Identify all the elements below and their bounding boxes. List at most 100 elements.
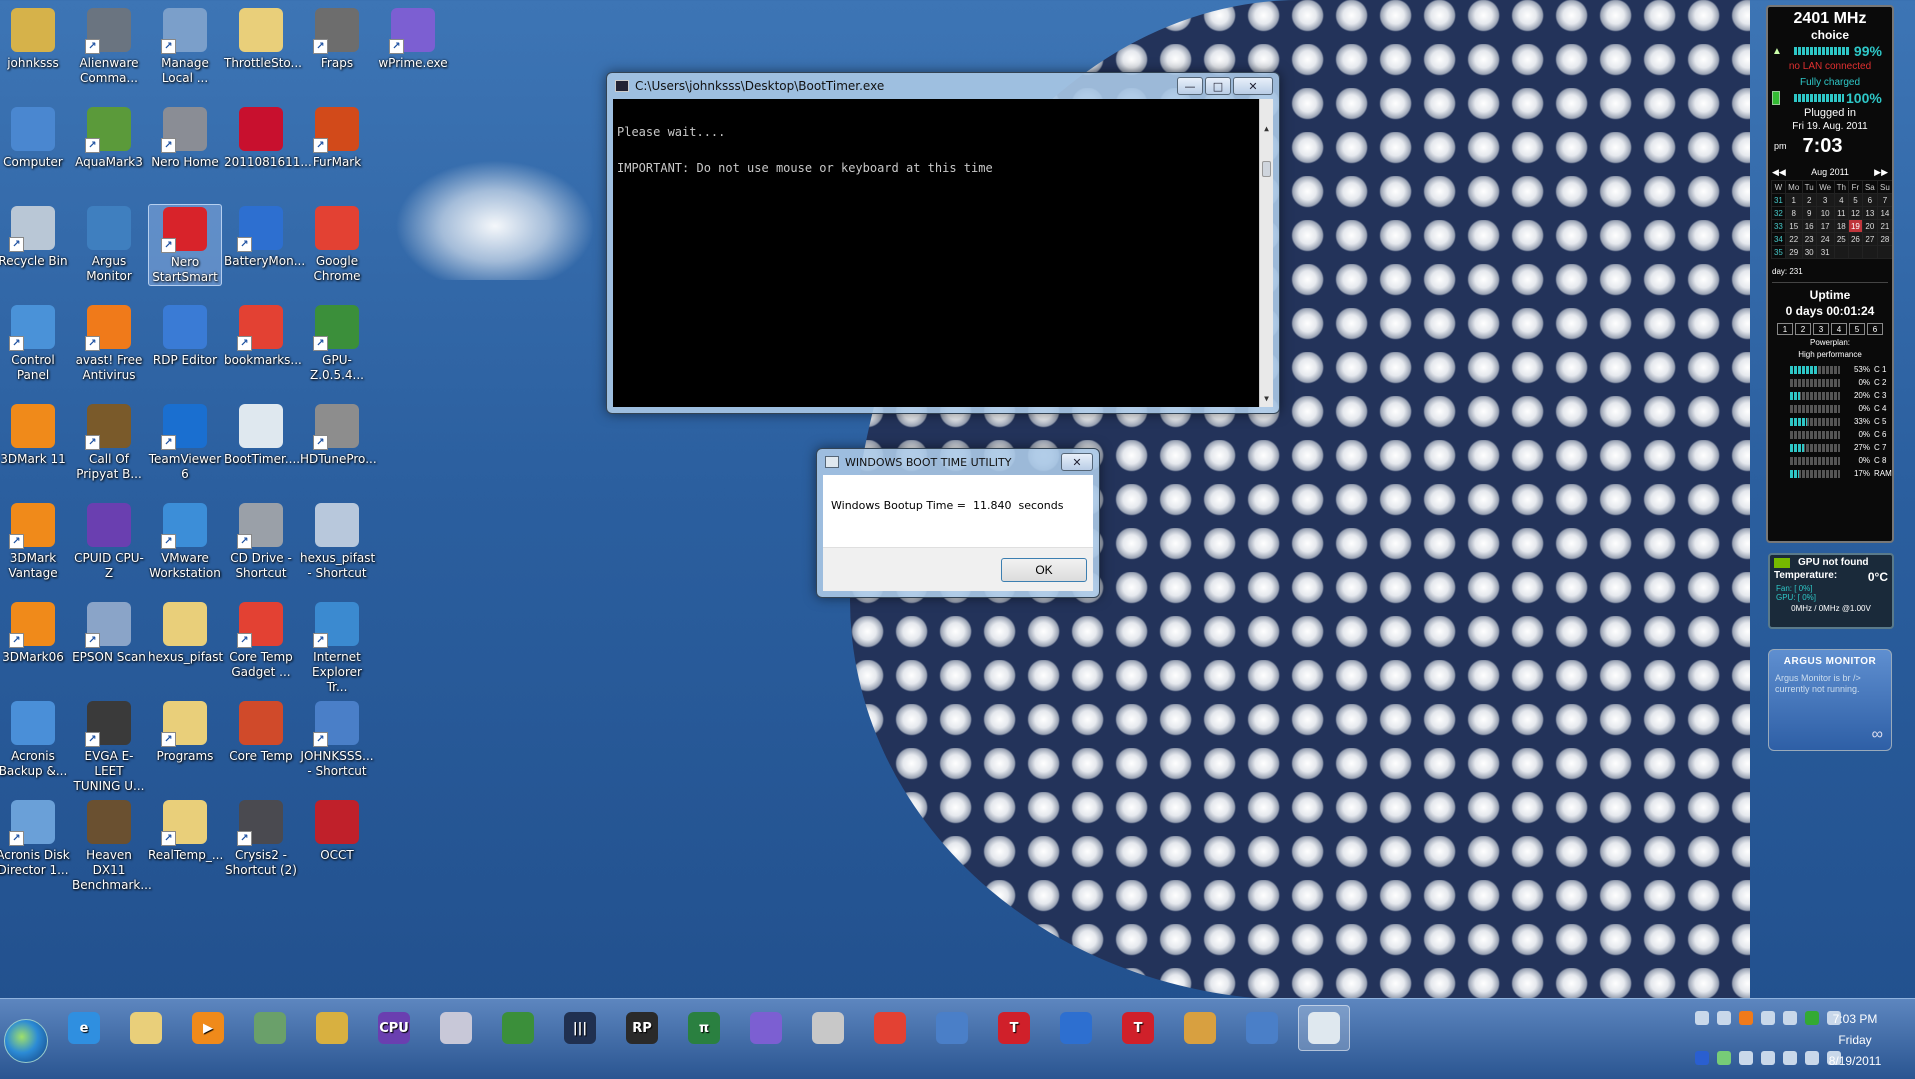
calendar-day[interactable]: 16: [1801, 219, 1817, 233]
calendar-day[interactable]: 21: [1876, 219, 1892, 233]
desktop-icon[interactable]: CD Drive - Shortcut: [224, 501, 298, 581]
calendar-day[interactable]: 29: [1784, 245, 1803, 259]
desktop-icon[interactable]: AquaMark3: [72, 105, 146, 170]
desktop-icon[interactable]: TeamViewer 6: [148, 402, 222, 482]
calendar-day[interactable]: 13: [1861, 206, 1878, 220]
desktop-icon[interactable]: avast! Free Antivirus: [72, 303, 146, 383]
ok-button[interactable]: OK: [1001, 558, 1087, 582]
taskbar-hwinfo-button[interactable]: [1174, 1005, 1226, 1051]
desktop-icon[interactable]: Recycle Bin: [0, 204, 70, 269]
gadget-tab[interactable]: 2: [1795, 323, 1811, 335]
console-scrollbar[interactable]: ▲ ▼: [1259, 99, 1273, 407]
desktop-icon[interactable]: JOHNKSSS... - Shortcut: [300, 699, 374, 779]
calendar-day[interactable]: 20: [1861, 219, 1878, 233]
desktop-icon[interactable]: BootTimer....: [224, 402, 300, 467]
flag-icon[interactable]: [1761, 1051, 1775, 1065]
calendar-day[interactable]: 8: [1784, 206, 1803, 220]
desktop-icon[interactable]: BatteryMon...: [224, 204, 305, 269]
calendar-day[interactable]: 15: [1784, 219, 1803, 233]
desktop-icon[interactable]: Acronis Backup &...: [0, 699, 70, 779]
scroll-thumb[interactable]: [1262, 161, 1271, 177]
tray-icon[interactable]: [1695, 1011, 1709, 1025]
desktop-icon[interactable]: CPUID CPU-Z: [72, 501, 146, 581]
desktop-icon[interactable]: Fraps: [300, 6, 374, 71]
taskbar-gpuz-button[interactable]: [492, 1005, 544, 1051]
console-window[interactable]: C:\Users\johnksss\Desktop\BootTimer.exe …: [606, 72, 1280, 414]
taskbar-network-computer-button[interactable]: [926, 1005, 978, 1051]
calendar-day[interactable]: 9: [1801, 206, 1817, 220]
desktop-icon[interactable]: Heaven DX11 Benchmark...: [72, 798, 152, 893]
calendar-day[interactable]: 18: [1833, 219, 1850, 233]
desktop-icon[interactable]: VMware Workstation: [148, 501, 222, 581]
desktop-icon[interactable]: Crysis2 - Shortcut (2): [224, 798, 298, 878]
desktop-icon[interactable]: Argus Monitor: [72, 204, 146, 284]
maximize-button[interactable]: □: [1205, 77, 1231, 95]
calendar-prev-icon[interactable]: ◀◀: [1772, 167, 1786, 178]
desktop-icon[interactable]: Nero Home: [148, 105, 222, 170]
desktop-icon[interactable]: 3DMark06: [0, 600, 70, 665]
calendar-day[interactable]: 22: [1784, 232, 1803, 246]
calendar-day[interactable]: 1: [1784, 193, 1803, 207]
desktop-icon[interactable]: RealTemp_...: [148, 798, 223, 863]
taskbar-device-button[interactable]: [306, 1005, 358, 1051]
tray-icon[interactable]: [1717, 1011, 1731, 1025]
desktop-icon[interactable]: Nero StartSmart: [148, 204, 222, 286]
desktop-icon[interactable]: Computer: [0, 105, 70, 170]
desktop-icon[interactable]: FurMark: [300, 105, 374, 170]
desktop-icon[interactable]: Manage Local ...: [148, 6, 222, 86]
calendar-day[interactable]: 31: [1815, 245, 1835, 259]
calendar-day[interactable]: 11: [1833, 206, 1850, 220]
calendar-day[interactable]: 2: [1801, 193, 1817, 207]
calendar-day[interactable]: [1876, 245, 1892, 259]
taskbar-boottimer-button[interactable]: [1298, 1005, 1350, 1051]
desktop-icon[interactable]: bookmarks...: [224, 303, 302, 368]
desktop-icon[interactable]: 3DMark Vantage: [0, 501, 70, 581]
gadget-tab[interactable]: 4: [1831, 323, 1847, 335]
calendar-day[interactable]: 26: [1848, 232, 1863, 246]
desktop-icon[interactable]: Alienware Comma...: [72, 6, 146, 86]
desktop-icon[interactable]: ThrottleSto...: [224, 6, 302, 71]
system-gadget[interactable]: 2401 MHz choice ▲ 99% no LAN connected F…: [1766, 5, 1894, 543]
taskbar-tool-button[interactable]: [430, 1005, 482, 1051]
calendar-day[interactable]: 3: [1815, 193, 1835, 207]
desktop-icon[interactable]: johnksss: [0, 6, 70, 71]
desktop-icon[interactable]: Programs: [148, 699, 222, 764]
console-titlebar[interactable]: C:\Users\johnksss\Desktop\BootTimer.exe …: [607, 73, 1279, 99]
taskbar-battery-button[interactable]: [1050, 1005, 1102, 1051]
desktop-icon[interactable]: Internet Explorer Tr...: [300, 600, 374, 695]
calendar-day[interactable]: 7: [1876, 193, 1892, 207]
gadget-tab[interactable]: 6: [1867, 323, 1883, 335]
boot-time-dialog[interactable]: WINDOWS BOOT TIME UTILITY ✕ Windows Boot…: [816, 448, 1100, 598]
taskbar-clock[interactable]: 7:03 PM Friday 8/19/2011: [1815, 1009, 1895, 1072]
calendar-day[interactable]: 19: [1848, 219, 1863, 233]
desktop-icon[interactable]: HDTunePro...: [300, 402, 377, 467]
desktop-icon[interactable]: hexus_pifast: [148, 600, 223, 665]
taskbar-rp-button[interactable]: RP: [616, 1005, 668, 1051]
taskbar-manage-button[interactable]: [244, 1005, 296, 1051]
taskbar-equalizer-button[interactable]: |||: [554, 1005, 606, 1051]
bluetooth-icon[interactable]: [1695, 1051, 1709, 1065]
taskbar-super-pi-button[interactable]: π: [678, 1005, 730, 1051]
taskbar-throttlestop-2-button[interactable]: T: [1112, 1005, 1164, 1051]
calendar-day[interactable]: [1861, 245, 1878, 259]
minimize-button[interactable]: —: [1177, 77, 1203, 95]
taskbar-chrome-button[interactable]: [864, 1005, 916, 1051]
scroll-down-icon[interactable]: ▼: [1260, 393, 1273, 407]
calendar-day[interactable]: [1833, 245, 1850, 259]
calendar-day[interactable]: 25: [1833, 232, 1850, 246]
desktop-icon[interactable]: Call Of Pripyat B...: [72, 402, 146, 482]
calendar-day[interactable]: 28: [1876, 232, 1892, 246]
desktop-icon[interactable]: RDP Editor: [148, 303, 222, 368]
calendar-day[interactable]: 23: [1801, 232, 1817, 246]
calendar-day[interactable]: 17: [1815, 219, 1835, 233]
taskbar-speedometer-button[interactable]: [802, 1005, 854, 1051]
calendar-day[interactable]: 10: [1815, 206, 1835, 220]
gadget-tab[interactable]: 5: [1849, 323, 1865, 335]
tray-icon[interactable]: [1717, 1051, 1731, 1065]
calendar-day[interactable]: 24: [1815, 232, 1835, 246]
desktop-icon[interactable]: EVGA E-LEET TUNING U...: [72, 699, 146, 794]
desktop-icon[interactable]: Core Temp Gadget ...: [224, 600, 298, 680]
taskbar-internet-explorer-button[interactable]: e: [58, 1005, 110, 1051]
taskbar-monitor-button[interactable]: [1236, 1005, 1288, 1051]
tray-icon[interactable]: [1783, 1011, 1797, 1025]
